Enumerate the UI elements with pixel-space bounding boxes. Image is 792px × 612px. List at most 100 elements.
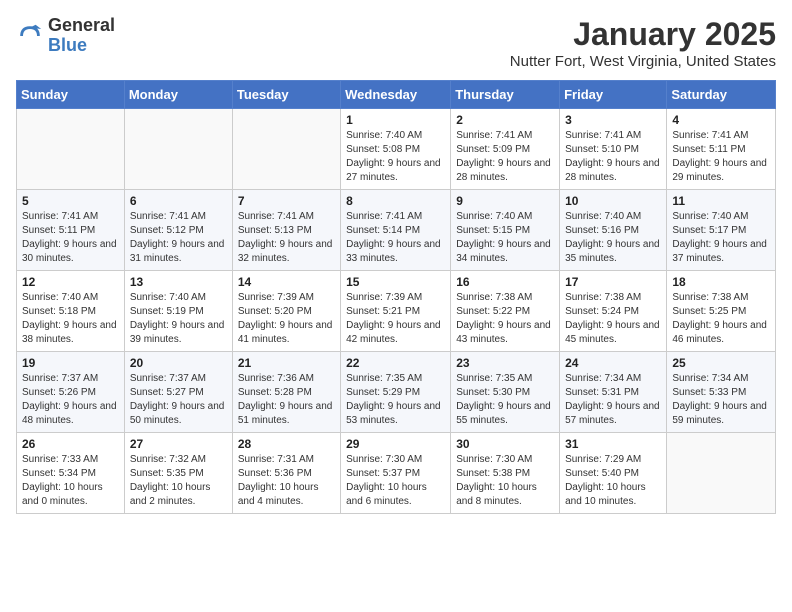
day-number: 4 [672, 113, 770, 127]
calendar-cell: 29Sunrise: 7:30 AM Sunset: 5:37 PM Dayli… [341, 433, 451, 514]
cell-daylight-text: Sunrise: 7:40 AM Sunset: 5:08 PM Dayligh… [346, 129, 445, 185]
day-number: 9 [456, 194, 554, 208]
cell-daylight-text: Sunrise: 7:41 AM Sunset: 5:10 PM Dayligh… [565, 129, 661, 185]
cell-daylight-text: Sunrise: 7:30 AM Sunset: 5:38 PM Dayligh… [456, 453, 554, 509]
calendar-cell [124, 109, 232, 190]
cell-daylight-text: Sunrise: 7:32 AM Sunset: 5:35 PM Dayligh… [130, 453, 227, 509]
calendar-cell: 7 Sunrise: 7:41 AM Sunset: 5:13 PM Daylig… [232, 190, 340, 271]
calendar-cell: 3Sunrise: 7:41 AM Sunset: 5:10 PM Daylig… [560, 109, 667, 190]
day-number: 22 [346, 356, 445, 370]
cell-daylight-text: Sunrise: 7:35 AM Sunset: 5:29 PM Dayligh… [346, 372, 445, 428]
calendar-cell: 22 Sunrise: 7:35 AM Sunset: 5:29 PM Dayli… [341, 352, 451, 433]
calendar-cell: 16Sunrise: 7:38 AM Sunset: 5:22 PM Dayli… [451, 271, 560, 352]
weekday-header: Friday [560, 81, 667, 109]
calendar-cell: 18 Sunrise: 7:38 AM Sunset: 5:25 PM Dayli… [667, 271, 776, 352]
calendar-cell [232, 109, 340, 190]
cell-daylight-text: Sunrise: 7:39 AM Sunset: 5:21 PM Dayligh… [346, 291, 445, 347]
day-number: 15 [346, 275, 445, 289]
title-block: January 2025 Nutter Fort, West Virginia,… [510, 16, 776, 70]
day-number: 18 [672, 275, 770, 289]
logo-blue-label: Blue [48, 36, 115, 56]
calendar-week-row: 26 Sunrise: 7:33 AM Sunset: 5:34 PM Dayli… [17, 433, 776, 514]
day-number: 12 [22, 275, 119, 289]
day-number: 21 [238, 356, 335, 370]
calendar-body: 1 Sunrise: 7:40 AM Sunset: 5:08 PM Daylig… [17, 109, 776, 514]
logo: General Blue [16, 16, 115, 56]
day-number: 17 [565, 275, 661, 289]
cell-daylight-text: Sunrise: 7:40 AM Sunset: 5:15 PM Dayligh… [456, 210, 554, 266]
calendar-cell: 25 Sunrise: 7:34 AM Sunset: 5:33 PM Dayli… [667, 352, 776, 433]
cell-daylight-text: Sunrise: 7:33 AM Sunset: 5:34 PM Dayligh… [22, 453, 119, 509]
calendar-cell: 8Sunrise: 7:41 AM Sunset: 5:14 PM Daylig… [341, 190, 451, 271]
calendar-cell: 11Sunrise: 7:40 AM Sunset: 5:17 PM Dayli… [667, 190, 776, 271]
day-number: 13 [130, 275, 227, 289]
calendar-cell: 21 Sunrise: 7:36 AM Sunset: 5:28 PM Dayli… [232, 352, 340, 433]
calendar-week-row: 1 Sunrise: 7:40 AM Sunset: 5:08 PM Daylig… [17, 109, 776, 190]
calendar-cell: 24Sunrise: 7:34 AM Sunset: 5:31 PM Dayli… [560, 352, 667, 433]
cell-daylight-text: Sunrise: 7:38 AM Sunset: 5:24 PM Dayligh… [565, 291, 661, 347]
day-number: 20 [130, 356, 227, 370]
day-number: 1 [346, 113, 445, 127]
calendar-week-row: 19 Sunrise: 7:37 AM Sunset: 5:26 PM Dayli… [17, 352, 776, 433]
day-number: 25 [672, 356, 770, 370]
page-header: General Blue January 2025 Nutter Fort, W… [16, 16, 776, 70]
weekday-header: Wednesday [341, 81, 451, 109]
cell-daylight-text: Sunrise: 7:36 AM Sunset: 5:28 PM Dayligh… [238, 372, 335, 428]
cell-daylight-text: Sunrise: 7:30 AM Sunset: 5:37 PM Dayligh… [346, 453, 445, 509]
calendar-header: SundayMondayTuesdayWednesdayThursdayFrid… [17, 81, 776, 109]
day-number: 5 [22, 194, 119, 208]
cell-daylight-text: Sunrise: 7:41 AM Sunset: 5:11 PM Dayligh… [22, 210, 119, 266]
calendar-week-row: 12 Sunrise: 7:40 AM Sunset: 5:18 PM Dayli… [17, 271, 776, 352]
cell-daylight-text: Sunrise: 7:41 AM Sunset: 5:12 PM Dayligh… [130, 210, 227, 266]
calendar-cell: 27 Sunrise: 7:32 AM Sunset: 5:35 PM Dayli… [124, 433, 232, 514]
cell-daylight-text: Sunrise: 7:38 AM Sunset: 5:25 PM Dayligh… [672, 291, 770, 347]
calendar-cell: 9 Sunrise: 7:40 AM Sunset: 5:15 PM Daylig… [451, 190, 560, 271]
cell-daylight-text: Sunrise: 7:35 AM Sunset: 5:30 PM Dayligh… [456, 372, 554, 428]
cell-daylight-text: Sunrise: 7:41 AM Sunset: 5:09 PM Dayligh… [456, 129, 554, 185]
day-number: 7 [238, 194, 335, 208]
cell-daylight-text: Sunrise: 7:40 AM Sunset: 5:18 PM Dayligh… [22, 291, 119, 347]
cell-daylight-text: Sunrise: 7:40 AM Sunset: 5:17 PM Dayligh… [672, 210, 770, 266]
day-number: 26 [22, 437, 119, 451]
cell-daylight-text: Sunrise: 7:40 AM Sunset: 5:16 PM Dayligh… [565, 210, 661, 266]
logo-text: General Blue [48, 16, 115, 56]
logo-general-label: General [48, 16, 115, 36]
day-number: 14 [238, 275, 335, 289]
cell-daylight-text: Sunrise: 7:34 AM Sunset: 5:33 PM Dayligh… [672, 372, 770, 428]
cell-daylight-text: Sunrise: 7:41 AM Sunset: 5:14 PM Dayligh… [346, 210, 445, 266]
day-number: 19 [22, 356, 119, 370]
day-number: 27 [130, 437, 227, 451]
weekday-header: Sunday [17, 81, 125, 109]
calendar-cell: 26 Sunrise: 7:33 AM Sunset: 5:34 PM Dayli… [17, 433, 125, 514]
calendar-cell: 17 Sunrise: 7:38 AM Sunset: 5:24 PM Dayli… [560, 271, 667, 352]
calendar-cell: 15 Sunrise: 7:39 AM Sunset: 5:21 PM Dayli… [341, 271, 451, 352]
cell-daylight-text: Sunrise: 7:37 AM Sunset: 5:27 PM Dayligh… [130, 372, 227, 428]
calendar-cell: 6 Sunrise: 7:41 AM Sunset: 5:12 PM Daylig… [124, 190, 232, 271]
cell-daylight-text: Sunrise: 7:34 AM Sunset: 5:31 PM Dayligh… [565, 372, 661, 428]
weekday-header: Tuesday [232, 81, 340, 109]
calendar-cell [667, 433, 776, 514]
calendar-table: SundayMondayTuesdayWednesdayThursdayFrid… [16, 80, 776, 514]
day-number: 6 [130, 194, 227, 208]
calendar-cell: 10 Sunrise: 7:40 AM Sunset: 5:16 PM Dayli… [560, 190, 667, 271]
weekday-row: SundayMondayTuesdayWednesdayThursdayFrid… [17, 81, 776, 109]
calendar-cell: 31Sunrise: 7:29 AM Sunset: 5:40 PM Dayli… [560, 433, 667, 514]
day-number: 23 [456, 356, 554, 370]
calendar-week-row: 5 Sunrise: 7:41 AM Sunset: 5:11 PM Daylig… [17, 190, 776, 271]
calendar-cell: 4Sunrise: 7:41 AM Sunset: 5:11 PM Daylig… [667, 109, 776, 190]
day-number: 31 [565, 437, 661, 451]
day-number: 10 [565, 194, 661, 208]
logo-icon [16, 22, 44, 50]
calendar-cell: 28Sunrise: 7:31 AM Sunset: 5:36 PM Dayli… [232, 433, 340, 514]
calendar-cell: 2Sunrise: 7:41 AM Sunset: 5:09 PM Daylig… [451, 109, 560, 190]
cell-daylight-text: Sunrise: 7:41 AM Sunset: 5:13 PM Dayligh… [238, 210, 335, 266]
weekday-header: Thursday [451, 81, 560, 109]
day-number: 16 [456, 275, 554, 289]
calendar-cell: 5 Sunrise: 7:41 AM Sunset: 5:11 PM Daylig… [17, 190, 125, 271]
calendar-cell: 30Sunrise: 7:30 AM Sunset: 5:38 PM Dayli… [451, 433, 560, 514]
cell-daylight-text: Sunrise: 7:40 AM Sunset: 5:19 PM Dayligh… [130, 291, 227, 347]
cell-daylight-text: Sunrise: 7:37 AM Sunset: 5:26 PM Dayligh… [22, 372, 119, 428]
day-number: 28 [238, 437, 335, 451]
calendar-cell: 13 Sunrise: 7:40 AM Sunset: 5:19 PM Dayli… [124, 271, 232, 352]
cell-daylight-text: Sunrise: 7:39 AM Sunset: 5:20 PM Dayligh… [238, 291, 335, 347]
